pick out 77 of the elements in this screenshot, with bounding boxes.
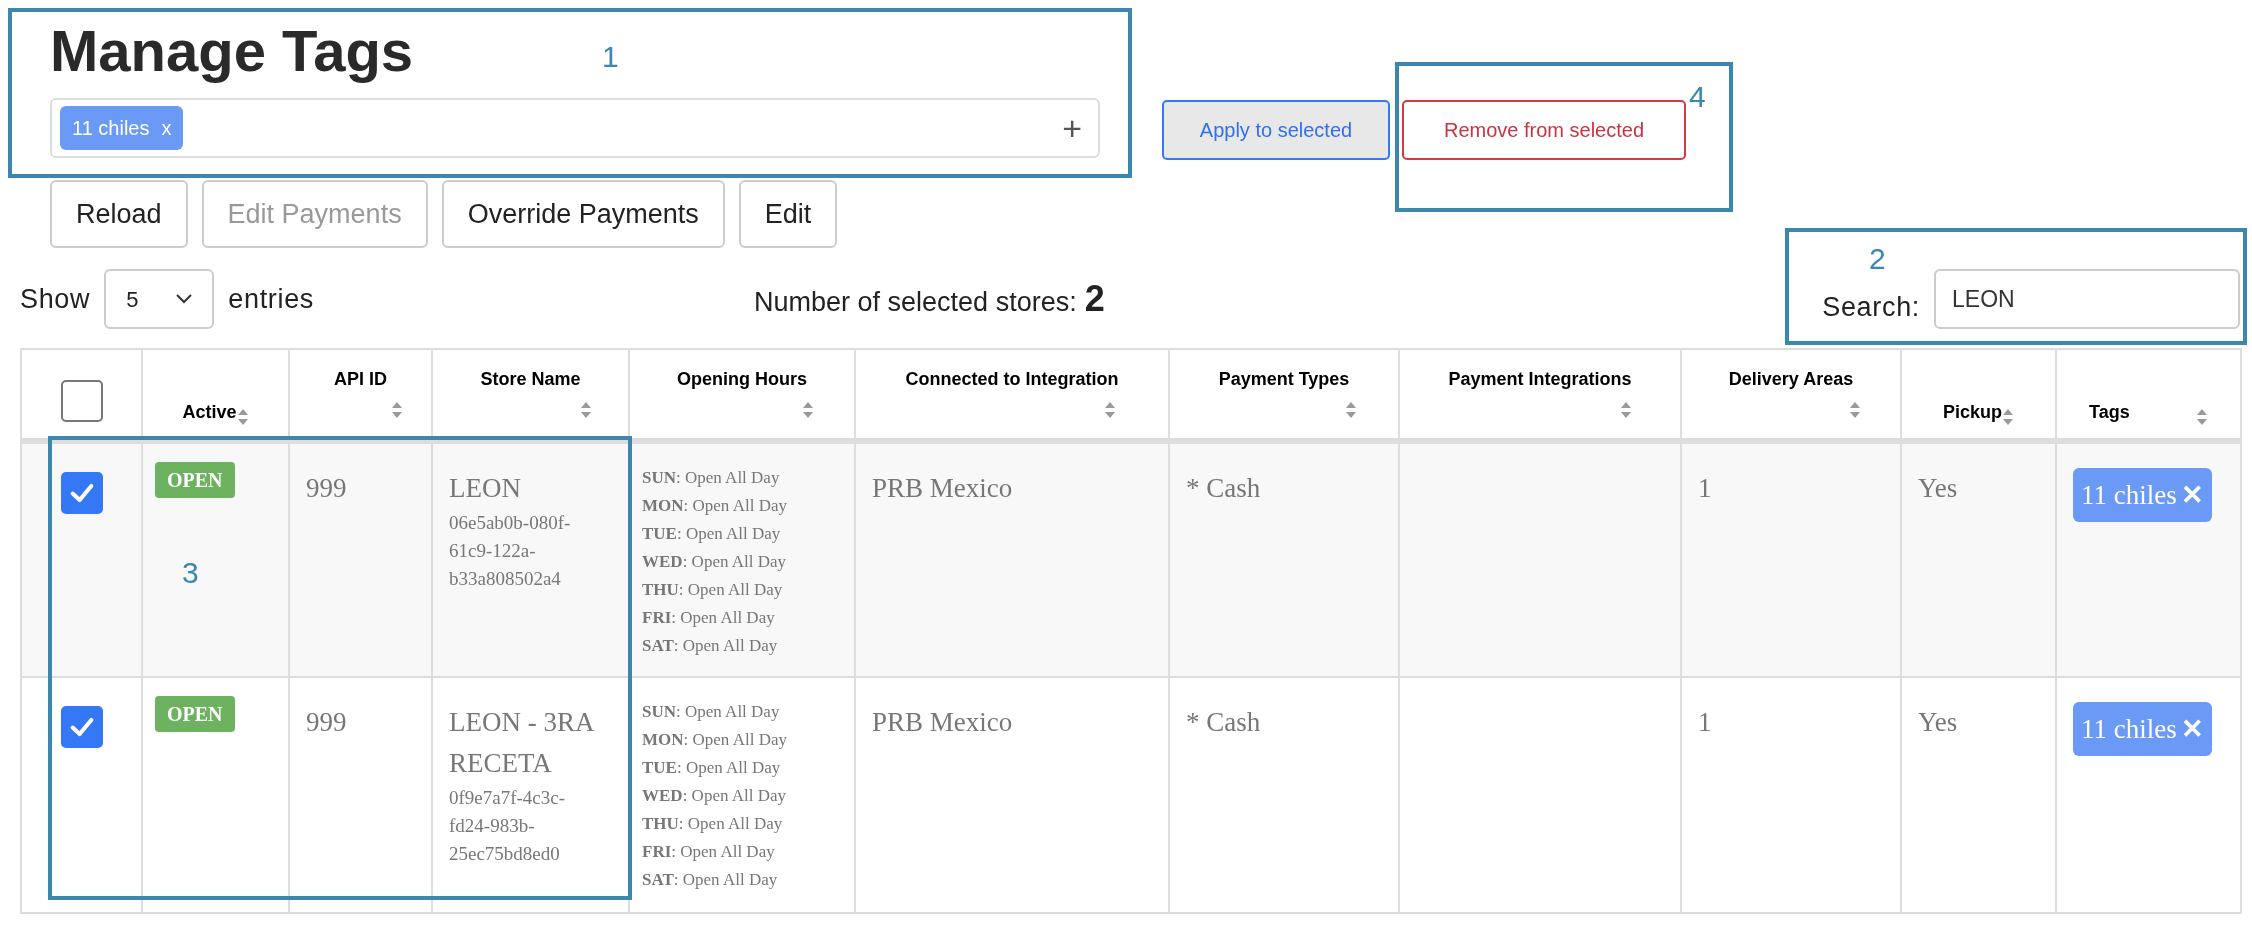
entries-select[interactable]: 5 xyxy=(104,269,215,329)
column-header[interactable]: Store Name xyxy=(480,366,581,393)
entries-label: entries xyxy=(228,282,314,316)
column-header[interactable]: Pickup xyxy=(1943,399,2002,426)
table-cell: * Cash xyxy=(1186,707,1261,737)
opening-hours-line: TUE: Open All Day xyxy=(642,757,782,779)
sort-icon[interactable] xyxy=(1103,401,1116,419)
table-cell: Yes xyxy=(1918,707,1958,737)
opening-hours-line: THU: Open All Day xyxy=(642,579,784,601)
tag-label: 11 chiles xyxy=(2081,478,2177,512)
sort-icon[interactable] xyxy=(1620,401,1633,419)
table-cell: 999 xyxy=(306,473,347,503)
store-uuid: 0f9e7a7f-4c3c-fd24-983b-25ec75bd8ed0 xyxy=(449,786,567,866)
column-header[interactable]: API ID xyxy=(334,366,387,393)
selected-count-label: Number of selected stores: xyxy=(754,286,1077,319)
column-header[interactable]: Opening Hours xyxy=(677,366,807,393)
opening-hours-line: WED: Open All Day xyxy=(642,551,788,573)
opening-hours-line: MON: Open All Day xyxy=(642,495,788,517)
opening-hours-line: SAT: Open All Day xyxy=(642,869,779,891)
tag-input-field[interactable]: 11 chiles x + xyxy=(50,98,1100,158)
table-cell: * Cash xyxy=(1186,473,1261,503)
selected-count: 2 xyxy=(1084,277,1105,321)
sort-icon[interactable] xyxy=(1848,401,1861,419)
table-cell: PRB Mexico xyxy=(872,707,1013,737)
annotation-number: 1 xyxy=(602,39,619,75)
store-name: LEON xyxy=(449,472,522,505)
sort-icon[interactable] xyxy=(2196,408,2208,426)
opening-hours-line: WED: Open All Day xyxy=(642,785,788,807)
column-header[interactable]: Active xyxy=(182,399,237,426)
entries-value: 5 xyxy=(126,285,139,314)
sort-icon[interactable] xyxy=(390,401,403,419)
apply-button[interactable]: Apply to selected xyxy=(1162,100,1390,160)
annotation-number: 2 xyxy=(1869,241,1886,277)
sort-icon[interactable] xyxy=(2002,408,2014,426)
tag-label: 11 chiles xyxy=(2081,712,2177,746)
tag-label: 11 chiles xyxy=(72,116,150,141)
sort-icon[interactable] xyxy=(580,401,593,419)
annotation-number: 3 xyxy=(182,555,199,591)
toolbar-button[interactable]: Reload xyxy=(50,180,188,248)
sort-icon[interactable] xyxy=(1345,401,1358,419)
search-label: Search: xyxy=(1822,290,1920,324)
opening-hours-line: FRI: Open All Day xyxy=(642,607,776,629)
table-cell: 1 xyxy=(1698,473,1712,503)
chevron-icon xyxy=(176,294,193,304)
show-label: Show xyxy=(20,282,91,316)
column-header[interactable]: Delivery Areas xyxy=(1728,366,1854,393)
search-field[interactable]: LEON xyxy=(1934,269,2240,329)
opening-hours-line: SUN: Open All Day xyxy=(642,701,781,723)
table-cell: 999 xyxy=(306,707,347,737)
opening-hours-line: MON: Open All Day xyxy=(642,729,788,751)
checkbox[interactable] xyxy=(60,472,103,514)
status-badge: OPEN xyxy=(155,696,235,732)
annotation-number: 4 xyxy=(1689,79,1706,115)
column-header[interactable]: Payment Integrations xyxy=(1448,366,1632,393)
toolbar-button[interactable]: Override Payments xyxy=(441,180,725,248)
opening-hours-line: TUE: Open All Day xyxy=(642,523,782,545)
table-cell: PRB Mexico xyxy=(872,473,1013,503)
sort-icon[interactable] xyxy=(802,401,814,419)
table-cell: 1 xyxy=(1698,707,1712,737)
remove-button[interactable]: Remove from selected xyxy=(1402,100,1686,160)
toolbar-button[interactable]: Edit xyxy=(738,180,838,248)
opening-hours-line: THU: Open All Day xyxy=(642,813,784,835)
add-tag-button[interactable]: + xyxy=(1062,111,1082,145)
page-title: Manage Tags xyxy=(50,17,414,85)
store-name: LEON - 3RA RECETA xyxy=(449,706,595,780)
opening-hours-line: SAT: Open All Day xyxy=(642,635,779,657)
column-header[interactable]: Payment Types xyxy=(1218,366,1350,393)
table-cell: Yes xyxy=(1918,473,1958,503)
checkbox[interactable] xyxy=(60,706,103,748)
column-header[interactable]: Connected to Integration xyxy=(905,366,1119,393)
store-uuid: 06e5ab0b-080f-61c9-122a-b33a808502a4 xyxy=(449,511,572,591)
sort-icon[interactable] xyxy=(236,408,249,426)
column-header[interactable]: Tags xyxy=(2089,399,2130,426)
opening-hours-line: SUN: Open All Day xyxy=(642,467,781,489)
status-badge: OPEN xyxy=(155,462,235,498)
checkbox[interactable] xyxy=(60,380,103,422)
opening-hours-line: FRI: Open All Day xyxy=(642,841,776,863)
